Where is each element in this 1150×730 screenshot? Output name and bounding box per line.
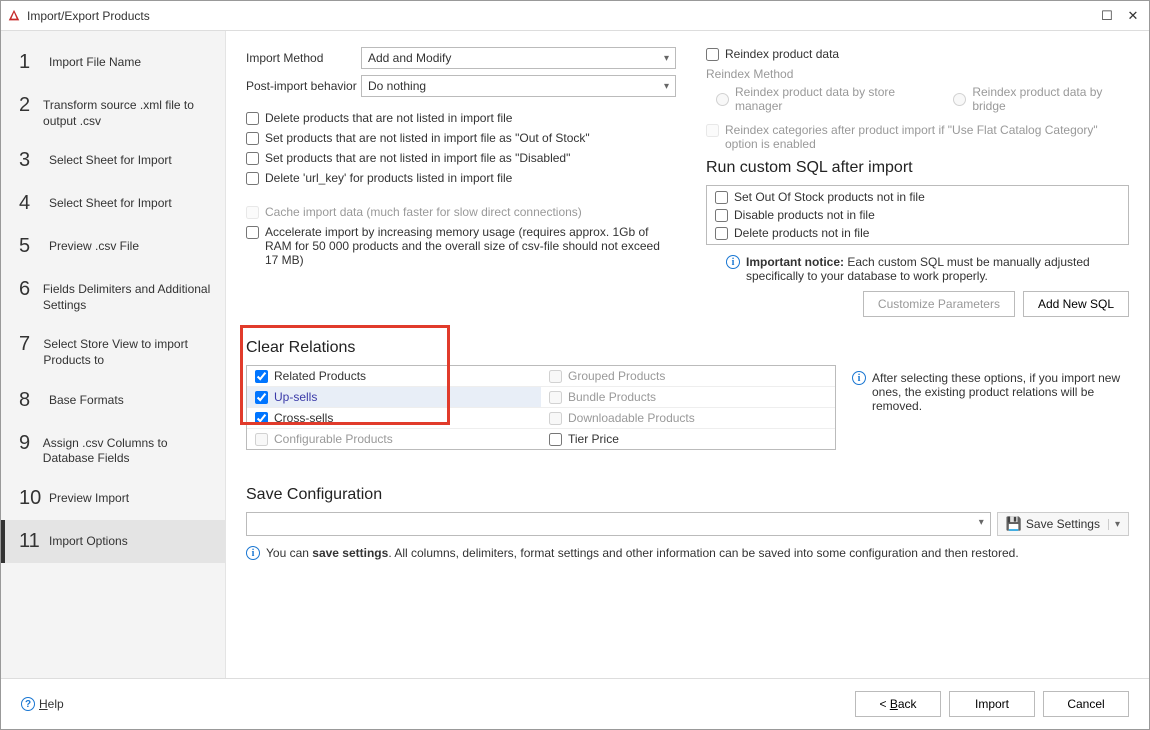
up-sells-checkbox[interactable]: Up-sells — [247, 387, 541, 408]
save-configuration-select[interactable] — [246, 512, 991, 536]
wizard-steps: 1Import File Name 2Transform source .xml… — [1, 31, 226, 678]
import-button[interactable]: Import — [949, 691, 1035, 717]
step-3[interactable]: 3Select Sheet for Import — [1, 139, 225, 182]
important-notice-text: Important notice: Each custom SQL must b… — [746, 255, 1129, 283]
cancel-button[interactable]: Cancel — [1043, 691, 1129, 717]
save-icon: 💾 — [1006, 516, 1022, 532]
run-custom-sql-header: Run custom SQL after import — [706, 159, 1129, 177]
grouped-products-checkbox: Grouped Products — [541, 366, 835, 387]
info-icon: i — [852, 371, 866, 385]
tier-price-checkbox[interactable]: Tier Price — [541, 429, 835, 449]
step-5[interactable]: 5Preview .csv File — [1, 225, 225, 268]
step-2[interactable]: 2Transform source .xml file to output .c… — [1, 84, 225, 139]
delete-not-listed-checkbox[interactable]: Delete products that are not listed in i… — [246, 111, 676, 125]
maximize-button[interactable]: ☐ — [1097, 8, 1117, 24]
accelerate-import-checkbox[interactable]: Accelerate import by increasing memory u… — [246, 225, 676, 267]
info-icon: i — [726, 255, 740, 269]
info-icon: i — [246, 546, 260, 560]
step-10[interactable]: 10Preview Import — [1, 477, 225, 520]
sql-set-out-of-stock[interactable]: Set Out Of Stock products not in file — [707, 188, 1128, 206]
post-import-select[interactable]: Do nothing — [361, 75, 676, 97]
custom-sql-list: Set Out Of Stock products not in file Di… — [706, 185, 1129, 245]
step-8[interactable]: 8Base Formats — [1, 379, 225, 422]
back-button[interactable]: < Back — [855, 691, 941, 717]
add-new-sql-button[interactable]: Add New SQL — [1023, 291, 1129, 317]
app-icon — [7, 9, 21, 23]
help-link[interactable]: ? Help — [21, 697, 64, 711]
set-disabled-checkbox[interactable]: Set products that are not listed in impo… — [246, 151, 676, 165]
set-out-of-stock-checkbox[interactable]: Set products that are not listed in impo… — [246, 131, 676, 145]
cross-sells-checkbox[interactable]: Cross-sells — [247, 408, 541, 429]
save-settings-button[interactable]: 💾 Save Settings ▾ — [997, 512, 1129, 536]
import-method-label: Import Method — [246, 51, 361, 65]
chevron-down-icon[interactable]: ▾ — [1108, 519, 1120, 530]
help-icon: ? — [21, 697, 35, 711]
related-products-checkbox[interactable]: Related Products — [247, 366, 541, 387]
configurable-products-checkbox: Configurable Products — [247, 429, 541, 449]
sql-disable-products[interactable]: Disable products not in file — [707, 206, 1128, 224]
step-9[interactable]: 9Assign .csv Columns to Database Fields — [1, 422, 225, 477]
step-11[interactable]: 11Import Options — [1, 520, 225, 563]
post-import-label: Post-import behavior — [246, 79, 361, 93]
reindex-store-manager-radio: Reindex product data by store manager — [716, 85, 933, 113]
customize-parameters-button[interactable]: Customize Parameters — [863, 291, 1015, 317]
step-4[interactable]: 4Select Sheet for Import — [1, 182, 225, 225]
title-bar: Import/Export Products ☐ ✕ — [1, 1, 1149, 31]
sql-delete-products[interactable]: Delete products not in file — [707, 224, 1128, 242]
close-button[interactable]: ✕ — [1123, 8, 1143, 24]
step-6[interactable]: 6Fields Delimiters and Additional Settin… — [1, 268, 225, 323]
reindex-categories-checkbox: Reindex categories after product import … — [706, 123, 1129, 151]
reindex-bridge-radio: Reindex product data by bridge — [953, 85, 1129, 113]
window-title: Import/Export Products — [27, 9, 1097, 23]
downloadable-products-checkbox: Downloadable Products — [541, 408, 835, 429]
clear-relations-info: After selecting these options, if you im… — [872, 371, 1129, 413]
clear-relations-box: Related Products Up-sells Cross-sells Co… — [246, 365, 836, 450]
import-method-select[interactable]: Add and Modify — [361, 47, 676, 69]
reindex-product-data-checkbox[interactable]: Reindex product data — [706, 47, 1129, 61]
save-settings-info: You can save settings. All columns, deli… — [266, 546, 1019, 560]
clear-relations-header: Clear Relations — [246, 339, 836, 357]
bundle-products-checkbox: Bundle Products — [541, 387, 835, 408]
reindex-method-label: Reindex Method — [706, 67, 1129, 81]
cache-import-checkbox: Cache import data (much faster for slow … — [246, 205, 676, 219]
step-1[interactable]: 1Import File Name — [1, 41, 225, 84]
save-configuration-header: Save Configuration — [246, 486, 1129, 504]
step-7[interactable]: 7Select Store View to import Products to — [1, 323, 225, 378]
delete-url-key-checkbox[interactable]: Delete 'url_key' for products listed in … — [246, 171, 676, 185]
